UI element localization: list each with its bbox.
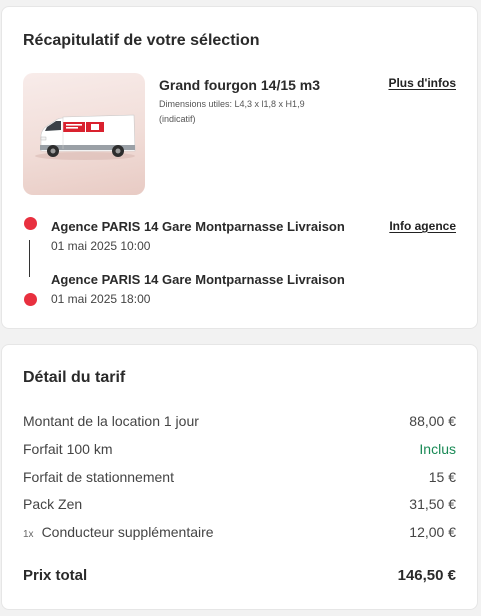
- summary-title: Récapitulatif de votre sélection: [23, 32, 260, 49]
- return-agency-name: Agence PARIS 14 Gare Montparnasse Livrai…: [51, 272, 345, 287]
- return-dot-icon: [24, 293, 37, 306]
- timeline-line: [29, 240, 30, 277]
- total-price-value: 146,50 €: [397, 567, 456, 584]
- vehicle-name: Grand fourgon 14/15 m3: [159, 77, 321, 93]
- price-row-extra-driver: 1x Conducteur supplémentaire 12,00 €: [23, 524, 456, 544]
- price-row-label: Pack Zen: [23, 496, 83, 512]
- extra-driver-quantity: 1x: [23, 529, 34, 540]
- price-row-parking: Forfait de stationnement 15 €: [23, 469, 456, 489]
- price-row-label: Forfait 100 km: [23, 441, 113, 457]
- total-price-label: Prix total: [23, 567, 88, 584]
- price-row-label: Conducteur supplémentaire: [41, 524, 214, 540]
- price-title: Détail du tarif: [23, 369, 126, 386]
- return-date: 01 mai 2025 18:00: [51, 292, 151, 306]
- price-row-value: 12,00 €: [409, 524, 456, 540]
- price-row-value: Inclus: [419, 441, 456, 457]
- pickup-dot-icon: [24, 217, 37, 230]
- agency-info-link[interactable]: Info agence: [389, 219, 456, 233]
- more-info-link[interactable]: Plus d'infos: [388, 76, 456, 90]
- price-detail-card: Détail du tarif Montant de la location 1…: [1, 344, 478, 610]
- price-row-label: Forfait de stationnement: [23, 469, 174, 485]
- vehicle-dimensions: Dimensions utiles: L4,3 x l1,8 x H1,9 (i…: [159, 99, 305, 124]
- price-row-pack-zen: Pack Zen 31,50 €: [23, 496, 456, 516]
- price-row-value: 88,00 €: [409, 413, 456, 429]
- vehicle-image: [23, 73, 145, 195]
- price-row-rental: Montant de la location 1 jour 88,00 €: [23, 413, 456, 433]
- price-row-label: Montant de la location 1 jour: [23, 413, 199, 429]
- price-row-mileage: Forfait 100 km Inclus: [23, 441, 456, 461]
- pickup-date: 01 mai 2025 10:00: [51, 239, 151, 253]
- price-row-value: 15 €: [428, 469, 456, 485]
- price-row-value: 31,50 €: [409, 496, 456, 512]
- pickup-agency-name: Agence PARIS 14 Gare Montparnasse Livrai…: [51, 219, 345, 234]
- selection-summary-card: Récapitulatif de votre sélection Grand f…: [1, 6, 478, 329]
